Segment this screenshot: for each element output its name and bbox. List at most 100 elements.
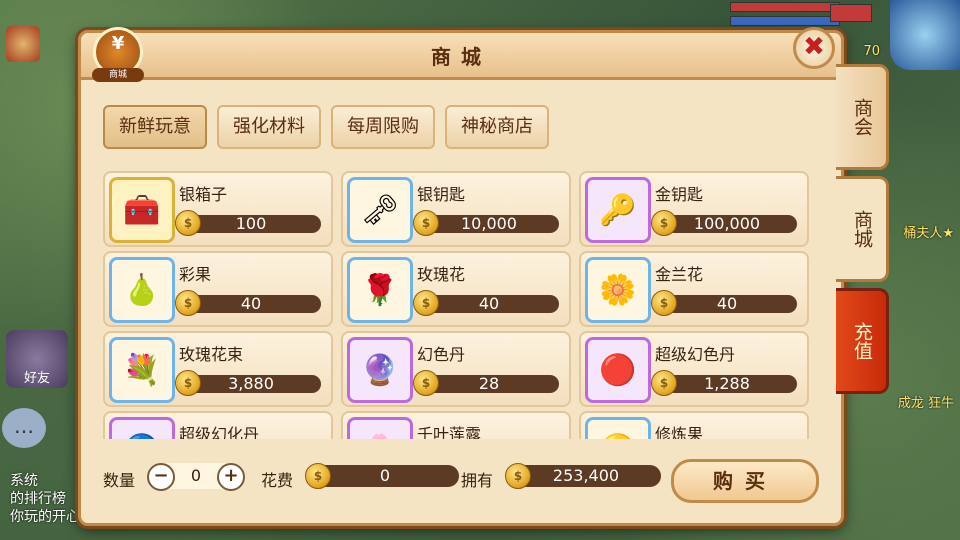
- shop-panel: 商城 ¥ 商城 ✖ 新鲜玩意 强化材料 每周限购 神秘商店 🧰 银箱子 $100 🗝 银…: [78, 27, 844, 526]
- item-price-value: 40: [716, 294, 738, 313]
- friends-button[interactable]: 好友: [6, 330, 68, 388]
- item-price: $40: [413, 290, 559, 316]
- coin-icon: $: [651, 370, 677, 396]
- coin-icon: $: [175, 370, 201, 396]
- item-price-value: 40: [478, 294, 500, 313]
- item-card[interactable]: 🟡 修炼果: [579, 411, 809, 439]
- blue-pill-icon: 🔵: [109, 417, 175, 439]
- red-pill-icon: 🔴: [585, 337, 651, 403]
- rainbow-fruit-icon: 🍐: [109, 257, 175, 323]
- coin-icon: $: [175, 210, 201, 236]
- item-name: 千叶莲露: [417, 425, 482, 439]
- owned-display: $ 253,400: [505, 463, 661, 489]
- item-price: $100: [175, 210, 321, 236]
- item-price: $1,288: [651, 370, 797, 396]
- silver-chest-icon: 🧰: [109, 177, 175, 243]
- chat-line: 系统: [10, 473, 38, 489]
- item-card[interactable]: 🔮 幻色丹 $28: [341, 331, 571, 407]
- coin-icon: $: [413, 290, 439, 316]
- item-price: $40: [651, 290, 797, 316]
- item-name: 银钥匙: [417, 185, 466, 204]
- item-grid[interactable]: 🧰 银箱子 $100 🗝 银钥匙 $10,000 🔑 金钥匙 $100,000 🍐 彩果 $40 🌹 玫瑰…: [103, 171, 815, 439]
- plus-button[interactable]: +: [217, 463, 245, 491]
- hp-bar: [730, 2, 840, 12]
- bouquet-icon: 💐: [109, 337, 175, 403]
- level-text: 70: [863, 44, 880, 59]
- tab-mystery-shop[interactable]: 神秘商店: [445, 105, 549, 149]
- item-name: 玫瑰花: [417, 265, 466, 284]
- item-name: 超级幻色丹: [655, 345, 736, 364]
- chat-line: 你玩的开心: [10, 509, 80, 525]
- tab-enhance-materials[interactable]: 强化材料: [217, 105, 321, 149]
- item-name: 金兰花: [655, 265, 704, 284]
- item-price: $40: [175, 290, 321, 316]
- coin-icon: $: [413, 370, 439, 396]
- item-name: 幻色丹: [417, 345, 466, 364]
- quantity-value[interactable]: 0: [175, 466, 217, 485]
- side-tab-shop[interactable]: 商城: [836, 176, 889, 282]
- cost-display: $ 0: [305, 463, 459, 489]
- item-price-value: 28: [478, 374, 500, 393]
- item-card[interactable]: 🔵 超级幻化丹: [103, 411, 333, 439]
- side-tab-recharge[interactable]: 充值: [836, 288, 889, 394]
- category-tabs: 新鲜玩意 强化材料 每周限购 神秘商店: [103, 105, 549, 149]
- npc-name-text: 桶夫人★: [903, 226, 954, 241]
- owned-value: 253,400: [552, 466, 620, 485]
- status-bars: [730, 2, 840, 30]
- friends-label: 好友: [23, 371, 50, 386]
- item-name: 银箱子: [179, 185, 228, 204]
- panel-header: 商城: [78, 30, 844, 80]
- item-card[interactable]: 🗝 银钥匙 $10,000: [341, 171, 571, 247]
- item-card[interactable]: 🌼 金兰花 $40: [579, 251, 809, 327]
- item-card[interactable]: 🧰 银箱子 $100: [103, 171, 333, 247]
- item-price: $100,000: [651, 210, 797, 236]
- owned-label: 拥有: [461, 471, 494, 490]
- item-card[interactable]: 🔑 金钥匙 $100,000: [579, 171, 809, 247]
- pet-hp-bar: [830, 4, 872, 22]
- tab-novelty[interactable]: 新鲜玩意: [103, 105, 207, 149]
- buy-button[interactable]: 购买: [671, 459, 819, 503]
- item-name: 超级幻化丹: [179, 425, 260, 439]
- item-price-value: 100,000: [693, 214, 761, 233]
- page-title: 商城: [431, 45, 491, 69]
- item-card[interactable]: 🔴 超级幻色丹 $1,288: [579, 331, 809, 407]
- coin-icon: $: [651, 290, 677, 316]
- rose-icon: 🌹: [347, 257, 413, 323]
- shop-badge-icon: ¥ 商城: [92, 27, 144, 82]
- coin-icon: $: [505, 463, 531, 489]
- item-price-value: 100: [235, 214, 267, 233]
- player-portrait[interactable]: [890, 0, 960, 70]
- coin-icon: $: [305, 463, 331, 489]
- tab-weekly-limited[interactable]: 每周限购: [331, 105, 435, 149]
- item-card[interactable]: 🌹 玫瑰花 $40: [341, 251, 571, 327]
- side-tab-guild[interactable]: 商会: [836, 64, 889, 170]
- purple-pill-icon: 🔮: [347, 337, 413, 403]
- npc-name-text-2: 成龙 狂牛: [897, 396, 954, 411]
- item-name: 金钥匙: [655, 185, 704, 204]
- mp-bar: [730, 16, 840, 26]
- item-price-value: 3,880: [228, 374, 274, 393]
- minus-button[interactable]: −: [147, 463, 175, 491]
- coin-icon: $: [413, 210, 439, 236]
- item-price: $10,000: [413, 210, 559, 236]
- lotus-dew-icon: 🌸: [347, 417, 413, 439]
- item-price-value: 1,288: [704, 374, 750, 393]
- chat-line: 的排行榜: [10, 491, 66, 507]
- item-card[interactable]: 💐 玫瑰花束 $3,880: [103, 331, 333, 407]
- close-button[interactable]: ✖: [793, 27, 835, 69]
- event-avatar-icon[interactable]: [6, 26, 40, 62]
- quantity-label: 数量: [103, 471, 136, 490]
- coin-icon: $: [651, 210, 677, 236]
- shop-badge-label: 商城: [92, 68, 144, 82]
- item-price: $3,880: [175, 370, 321, 396]
- cost-label: 花费: [261, 471, 294, 490]
- orchid-icon: 🌼: [585, 257, 651, 323]
- chat-bubble-icon[interactable]: …: [2, 408, 46, 448]
- item-price-value: 40: [240, 294, 262, 313]
- item-price: $28: [413, 370, 559, 396]
- cost-value: 0: [379, 466, 391, 485]
- quantity-stepper: − 0 +: [147, 463, 245, 491]
- purchase-bar: 数量 − 0 + 花费 $ 0 拥有 $ 253,400 购买: [81, 443, 841, 513]
- item-card[interactable]: 🌸 千叶莲露: [341, 411, 571, 439]
- item-card[interactable]: 🍐 彩果 $40: [103, 251, 333, 327]
